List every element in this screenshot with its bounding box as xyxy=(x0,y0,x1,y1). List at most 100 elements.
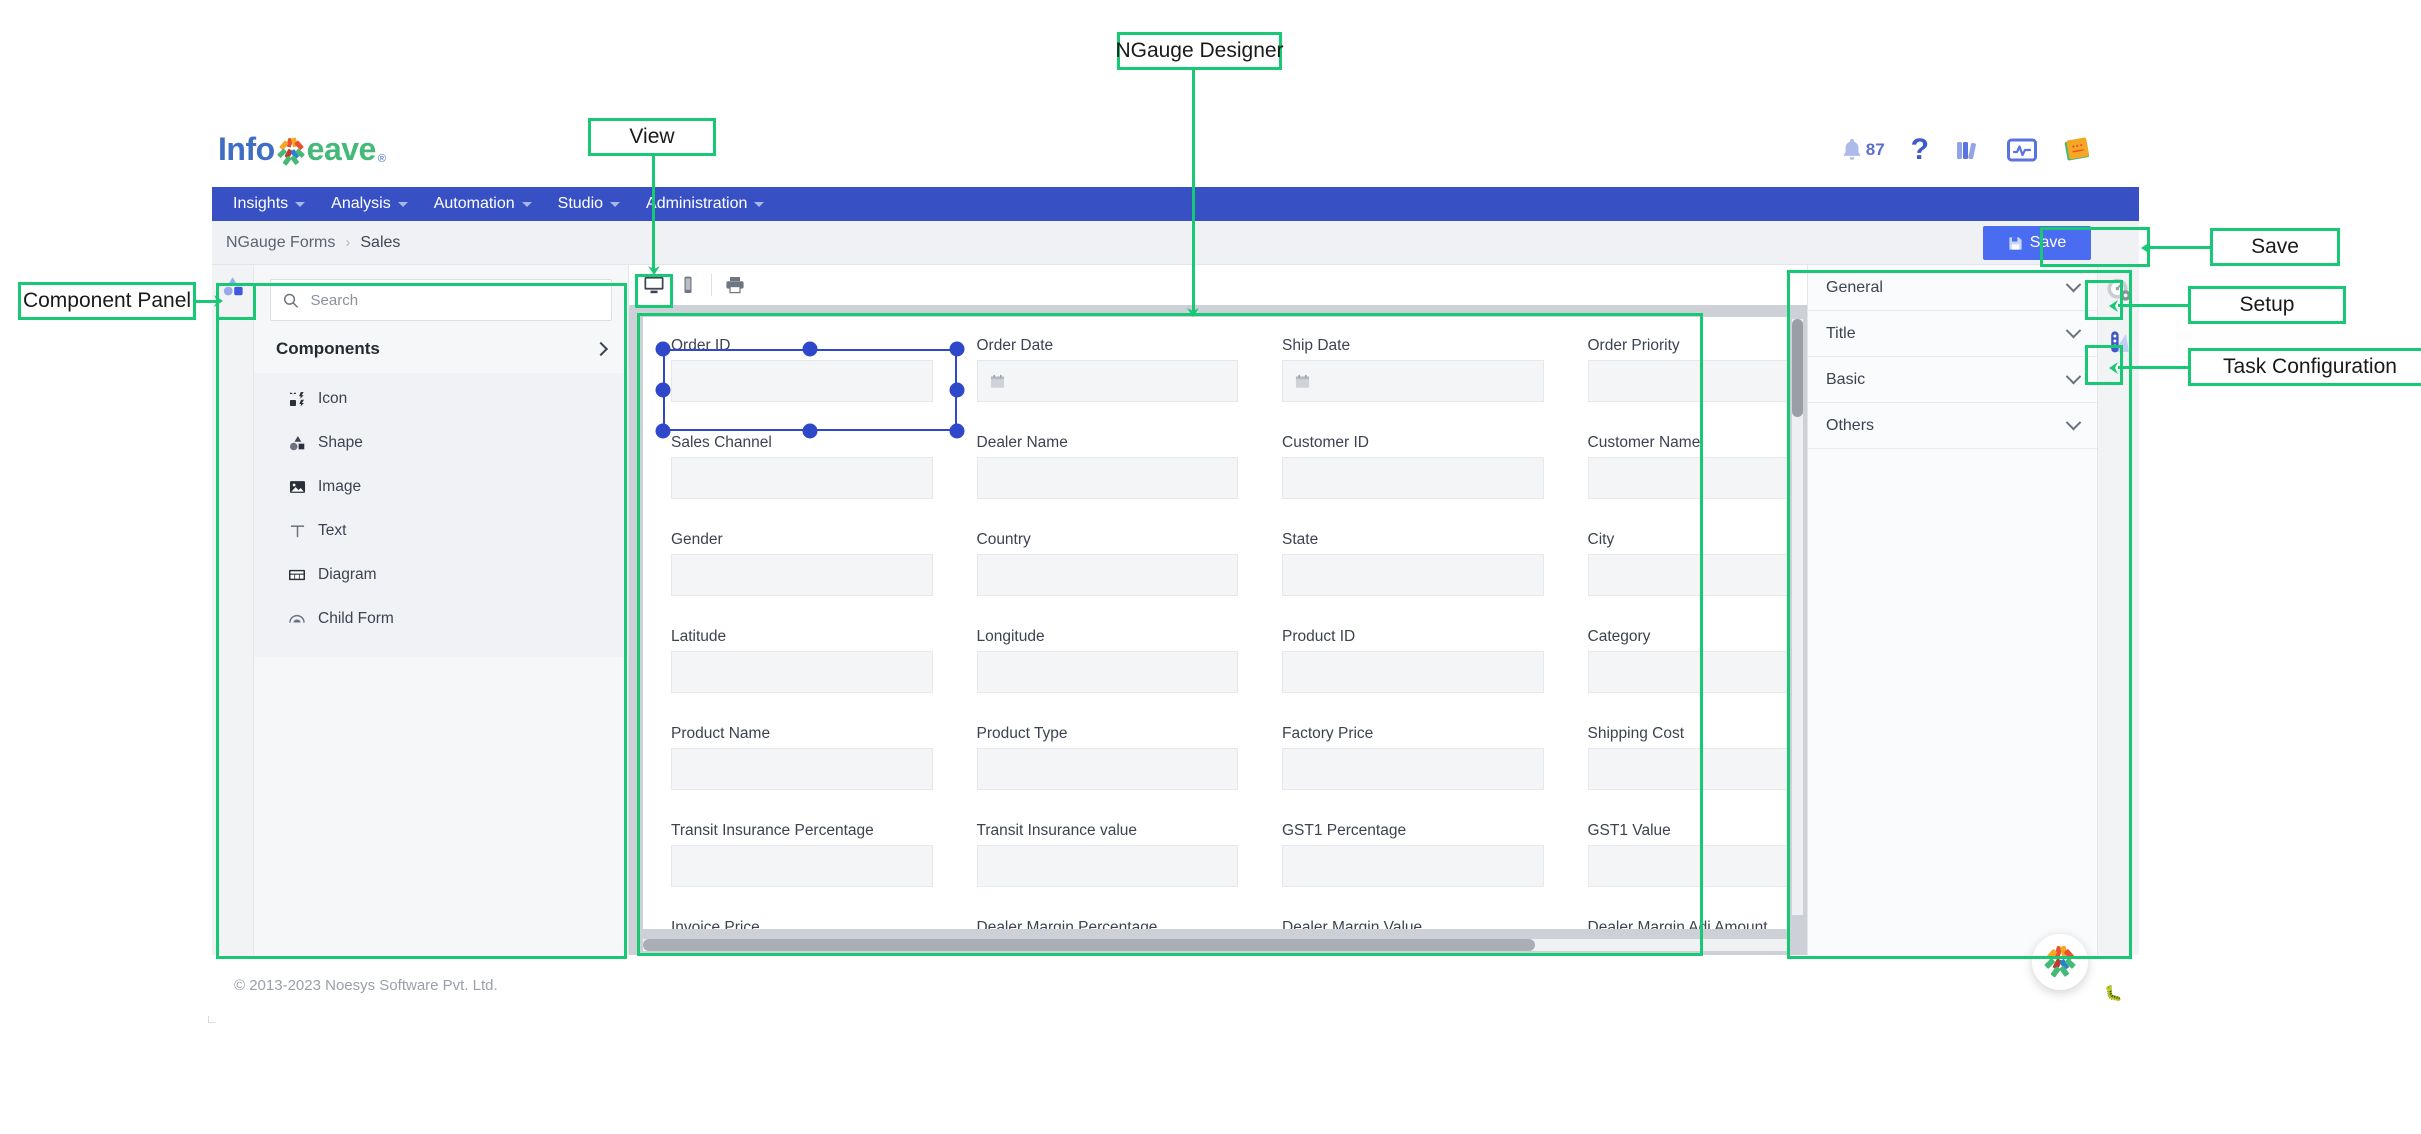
form-text-input[interactable] xyxy=(1587,748,1787,790)
form-text-input[interactable] xyxy=(671,360,933,402)
infoveave-logo[interactable]: Info eave ® xyxy=(218,133,386,166)
annotation-ngauge-designer: NGauge Designer xyxy=(1115,32,1284,70)
form-date-input[interactable] xyxy=(976,360,1238,402)
form-text-input[interactable] xyxy=(1282,845,1544,887)
search-input[interactable] xyxy=(310,291,599,309)
form-field-label: Sales Channel xyxy=(671,434,772,451)
form-text-input[interactable] xyxy=(671,651,933,693)
component-item-text[interactable]: Text xyxy=(254,509,628,553)
form-field[interactable]: Dealer Margin Percentage xyxy=(977,919,1239,929)
form-field[interactable]: Order Date xyxy=(976,337,1238,422)
canvas-horizontal-scrollbar[interactable] xyxy=(643,939,1787,951)
form-canvas[interactable]: Order ID Order Date Ship Date Order Priorit… xyxy=(643,317,1787,929)
form-field[interactable]: Dealer Margin Value xyxy=(1282,919,1544,929)
form-text-input[interactable] xyxy=(1587,457,1787,499)
form-field[interactable]: Shipping Cost xyxy=(1587,725,1787,810)
property-section-others[interactable]: Others xyxy=(1808,403,2097,449)
component-item-icon[interactable]: Icon xyxy=(254,377,628,421)
form-field[interactable]: Product Name xyxy=(671,725,933,810)
monitor-icon[interactable] xyxy=(2007,138,2037,162)
form-text-input[interactable] xyxy=(976,651,1238,693)
copyright-text: © 2013-2023 Noesys Software Pvt. Ltd. xyxy=(234,976,498,994)
mobile-view-button[interactable] xyxy=(671,270,705,300)
form-text-input[interactable] xyxy=(1282,748,1544,790)
form-text-input[interactable] xyxy=(1587,360,1787,402)
nav-label: Automation xyxy=(433,195,515,212)
form-field[interactable]: Order Priority xyxy=(1587,337,1787,422)
form-field-grid: Order ID Order Date Ship Date Order Priorit… xyxy=(643,317,1787,929)
library-icon[interactable] xyxy=(1955,137,1981,163)
form-text-input[interactable] xyxy=(1587,651,1787,693)
notebook-icon[interactable] xyxy=(2063,137,2091,163)
scrollbar-thumb[interactable] xyxy=(1792,319,1803,417)
scrollbar-thumb[interactable] xyxy=(643,939,1536,951)
form-field[interactable]: Category xyxy=(1587,628,1787,713)
app-header: Info eave ® 87 ? xyxy=(212,123,2139,187)
component-item-shape[interactable]: Shape xyxy=(254,421,628,465)
form-field[interactable]: Transit Insurance Percentage xyxy=(671,822,933,907)
form-text-input[interactable] xyxy=(1587,554,1787,596)
form-field[interactable]: Gender xyxy=(671,531,933,616)
form-text-input[interactable] xyxy=(976,457,1238,499)
form-text-input[interactable] xyxy=(671,845,933,887)
form-text-input[interactable] xyxy=(1282,457,1544,499)
debug-bug-icon[interactable]: 🐛 xyxy=(2104,984,2123,1002)
form-field[interactable]: Longitude xyxy=(976,628,1238,713)
form-text-input[interactable] xyxy=(671,748,933,790)
form-text-input[interactable] xyxy=(1587,845,1787,887)
annotation-label: Save xyxy=(2251,235,2299,258)
form-text-input[interactable] xyxy=(671,457,933,499)
print-view-button[interactable] xyxy=(718,270,752,300)
canvas-vertical-scrollbar[interactable] xyxy=(1792,319,1803,915)
component-item-image[interactable]: Image xyxy=(254,465,628,509)
form-field[interactable]: Dealer Name xyxy=(976,434,1238,519)
save-button[interactable]: Save xyxy=(1983,226,2091,260)
form-text-input[interactable] xyxy=(976,554,1238,596)
form-field[interactable]: Order ID xyxy=(671,337,933,422)
component-item-child-form[interactable]: Child Form xyxy=(254,597,628,641)
help-assistant-fab[interactable] xyxy=(2032,934,2088,990)
search-box[interactable] xyxy=(270,279,612,321)
task-configuration-button[interactable] xyxy=(2104,327,2134,357)
bell-icon[interactable]: 87 xyxy=(1840,137,1885,163)
property-section-basic[interactable]: Basic xyxy=(1808,357,2097,403)
application-window: Info eave ® 87 ? Insights Analysis Autom… xyxy=(212,123,2139,1015)
breadcrumb-root[interactable]: NGauge Forms xyxy=(226,234,335,252)
annotation-save: Save xyxy=(2210,228,2340,266)
property-section-title[interactable]: Title xyxy=(1808,311,2097,357)
form-field[interactable]: Customer Name xyxy=(1587,434,1787,519)
form-field[interactable]: State xyxy=(1282,531,1544,616)
form-field[interactable]: GST1 Value xyxy=(1587,822,1787,907)
annotation-setup: Setup xyxy=(2188,286,2346,324)
form-field[interactable]: Transit Insurance value xyxy=(976,822,1238,907)
nav-item-studio[interactable]: Studio xyxy=(545,187,633,221)
form-field[interactable]: Product Type xyxy=(976,725,1238,810)
form-field-label: Longitude xyxy=(976,628,1045,645)
annotation-component-panel: Component Panel xyxy=(18,282,196,320)
form-field[interactable]: Sales Channel xyxy=(671,434,933,519)
form-field[interactable]: City xyxy=(1587,531,1787,616)
component-item-diagram[interactable]: Diagram xyxy=(254,553,628,597)
form-text-input[interactable] xyxy=(1282,554,1544,596)
components-section-header[interactable]: Components xyxy=(254,331,628,373)
form-text-input[interactable] xyxy=(976,845,1238,887)
form-field[interactable]: Customer ID xyxy=(1282,434,1544,519)
form-field[interactable]: Ship Date xyxy=(1282,337,1544,422)
form-text-input[interactable] xyxy=(671,554,933,596)
form-field[interactable]: Product ID xyxy=(1282,628,1544,713)
nav-item-insights[interactable]: Insights xyxy=(220,187,318,221)
nav-item-analysis[interactable]: Analysis xyxy=(318,187,421,221)
form-field[interactable]: Dealer Margin Adj Amount xyxy=(1588,919,1788,929)
form-field[interactable]: Country xyxy=(976,531,1238,616)
form-text-input[interactable] xyxy=(976,748,1238,790)
form-field[interactable]: Factory Price xyxy=(1282,725,1544,810)
form-field-label: Dealer Margin Percentage xyxy=(976,919,1158,929)
property-section-general[interactable]: General xyxy=(1808,265,2097,311)
form-field[interactable]: Latitude xyxy=(671,628,933,713)
help-icon[interactable]: ? xyxy=(1911,135,1929,165)
form-text-input[interactable] xyxy=(1282,651,1544,693)
form-field[interactable]: GST1 Percentage xyxy=(1282,822,1544,907)
nav-item-automation[interactable]: Automation xyxy=(421,187,545,221)
form-date-input[interactable] xyxy=(1282,360,1544,402)
form-field[interactable]: Invoice Price xyxy=(671,919,933,929)
